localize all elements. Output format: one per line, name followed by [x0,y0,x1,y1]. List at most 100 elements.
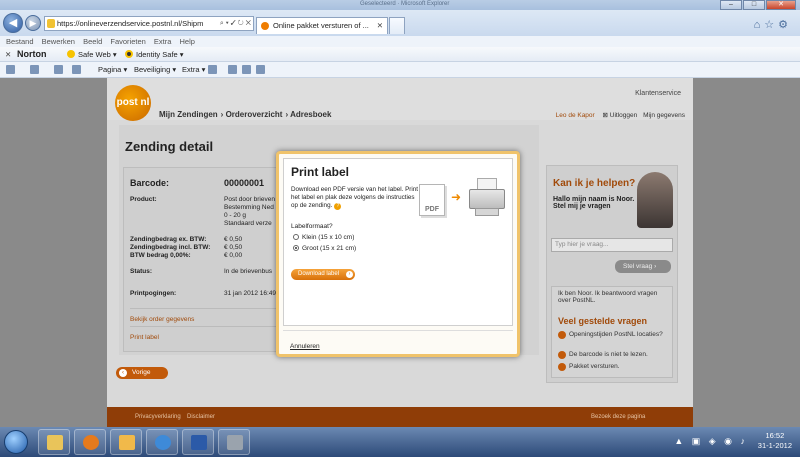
disclaimer-link[interactable]: Disclaimer [187,414,215,420]
dialog-title: Print label [291,165,350,179]
tab-postnl[interactable]: Online pakket versturen of ... ✕ [256,17,388,34]
help-panel: Kan ik je helpen? Hallo mijn naam is Noo… [546,165,678,383]
status-label: Status: [130,268,153,275]
format-large-radio[interactable]: Groot (15 x 21 cm) [293,245,356,252]
taskbar-internet-explorer[interactable] [146,429,178,455]
norton-logo[interactable]: Norton [17,49,47,59]
menu-help[interactable]: Help [180,37,195,46]
privacy-link[interactable]: Privacyverklaring [135,414,181,420]
info-icon[interactable]: ? [334,203,342,210]
start-button[interactable] [4,430,28,454]
nav-orderoverzicht[interactable]: Orderoverzicht [226,110,283,119]
clock-time: 16:52 [765,431,785,440]
minimize-button[interactable]: – [720,0,742,10]
new-tab-button[interactable] [389,17,405,34]
lock-icon [47,19,55,28]
faq-bullet-icon [558,331,566,339]
address-url: https://onlineverzendservice.postnl.nl/S… [57,19,204,28]
command-bar: Pagina ▾ Beveiliging ▾ Extra ▾ [0,62,800,78]
klantenservice-link[interactable]: Klantenservice [635,90,681,97]
user-name: Leo de Kapor [555,112,595,119]
identity-safe-icon [125,50,133,58]
print-icon[interactable] [72,65,81,74]
address-bar[interactable]: https://onlineverzendservice.postnl.nl/S… [44,16,254,31]
menu-bar: Bestand Bewerken Beeld Favorieten Extra … [0,36,800,47]
nav-mijn-zendingen[interactable]: Mijn Zendingen [159,110,218,119]
logout-link[interactable]: ⊠ Uitloggen [603,112,638,119]
ask-question-button[interactable]: Stel vraag › [615,260,671,273]
menu-extra-cmd[interactable]: Extra ▾ [182,65,205,74]
footer-right-link[interactable]: Bezoek deze pagina [591,414,645,420]
arrow-right-icon: ➜ [451,190,462,204]
status-value: In de brievenbus [224,268,273,275]
postnl-logo[interactable]: post nl [115,85,151,121]
format-label: Labelformaat? [291,223,333,230]
mail-icon[interactable] [54,65,63,74]
printpogingen-label: Printpogingen: [130,290,177,297]
tab-title: Online pakket versturen of ... [273,21,369,30]
address-icons[interactable]: ⌕ ▾ ✓ ↻ ✕ [220,17,251,30]
product-line: Bestemming Ned [224,204,274,211]
close-tab-icon[interactable]: ✕ [377,18,383,33]
faq-item[interactable]: Openingstijden PostNL locaties? [558,331,670,339]
window-controls: – □ ✕ [719,0,796,10]
faq-item[interactable]: De barcode is niet te lezen. [558,351,670,359]
identity-safe-button[interactable]: Identity Safe ▾ [125,50,184,59]
printpogingen-value: 31 jan 2012 16:49 [224,290,277,297]
faq-item[interactable]: Pakket versturen. [558,363,670,371]
clock-date: 31-1-2012 [757,441,792,450]
postnl-favicon-icon [261,22,269,30]
close-toolbar-icon[interactable]: ✕ [5,50,11,59]
help-icon[interactable] [208,65,217,74]
clock[interactable]: 16:52 31-1-2012 [758,431,792,451]
menu-bewerken[interactable]: Bewerken [42,37,75,46]
close-window-button[interactable]: ✕ [766,0,796,10]
view-order-link[interactable]: Bekijk order gegevens [130,316,194,323]
browser-toolbar-icons[interactable]: ⌂☆⚙ [754,18,792,31]
noor-text: Ik ben Noor. Ik beantwoord vragen over P… [558,290,658,304]
format-small-radio[interactable]: Klein (15 x 10 cm) [293,234,354,241]
page-title: Zending detail [125,139,214,154]
home-icon[interactable] [6,65,15,74]
printer-icon [469,178,505,218]
download-label-button[interactable]: Download label › [291,269,355,280]
faq-title: Veel gestelde vragen [558,316,648,326]
safe-web-button[interactable]: Safe Web ▾ [67,50,117,59]
pdf-document-icon: PDF [419,184,445,216]
maximize-button[interactable]: □ [743,0,765,10]
tools-icon[interactable] [242,65,251,74]
feeds-icon[interactable] [30,65,39,74]
radio-icon [293,234,299,240]
taskbar-media-player[interactable] [74,429,106,455]
my-account-link[interactable]: Mijn gegevens [643,112,685,119]
addon-icon[interactable] [256,65,265,74]
menu-beveiliging[interactable]: Beveiliging ▾ [134,65,176,74]
product-line: 0 - 20 g [224,212,247,219]
safe-web-icon [67,50,75,58]
user-nav: Leo de Kapor ⊠ Uitloggen Mijn gegevens [556,111,685,119]
menu-bestand[interactable]: Bestand [6,37,34,46]
menu-favorieten[interactable]: Favorieten [110,37,145,46]
cancel-link[interactable]: Annuleren [290,343,320,350]
faq-box: Ik ben Noor. Ik beantwoord vragen over P… [551,286,673,378]
forward-button[interactable]: ▶ [25,15,41,31]
taskbar-printer[interactable] [218,429,250,455]
research-icon[interactable] [228,65,237,74]
print-label-link[interactable]: Print label [130,334,159,341]
barcode-label: Barcode: [130,178,170,188]
radio-selected-icon [293,245,299,251]
navigation-bar: ◀ ▶ https://onlineverzendservice.postnl.… [0,10,800,36]
taskbar-folder[interactable] [110,429,142,455]
previous-button[interactable]: ‹ Vorige [116,367,168,379]
menu-beeld[interactable]: Beeld [83,37,102,46]
menu-pagina[interactable]: Pagina ▾ [98,65,127,74]
taskbar-word[interactable] [182,429,214,455]
back-button[interactable]: ◀ [3,13,23,33]
taskbar-explorer[interactable] [38,429,70,455]
nav-adresboek[interactable]: Adresboek [290,110,331,119]
menu-extra[interactable]: Extra [154,37,172,46]
question-input[interactable]: Typ hier je vraag... [551,238,673,252]
btw-label: BTW bedrag 0,00%: [130,252,191,259]
chevron-right-icon: › [346,271,353,278]
system-tray[interactable]: ▲ ▣ ◈ ◉ ♪ [674,436,748,447]
